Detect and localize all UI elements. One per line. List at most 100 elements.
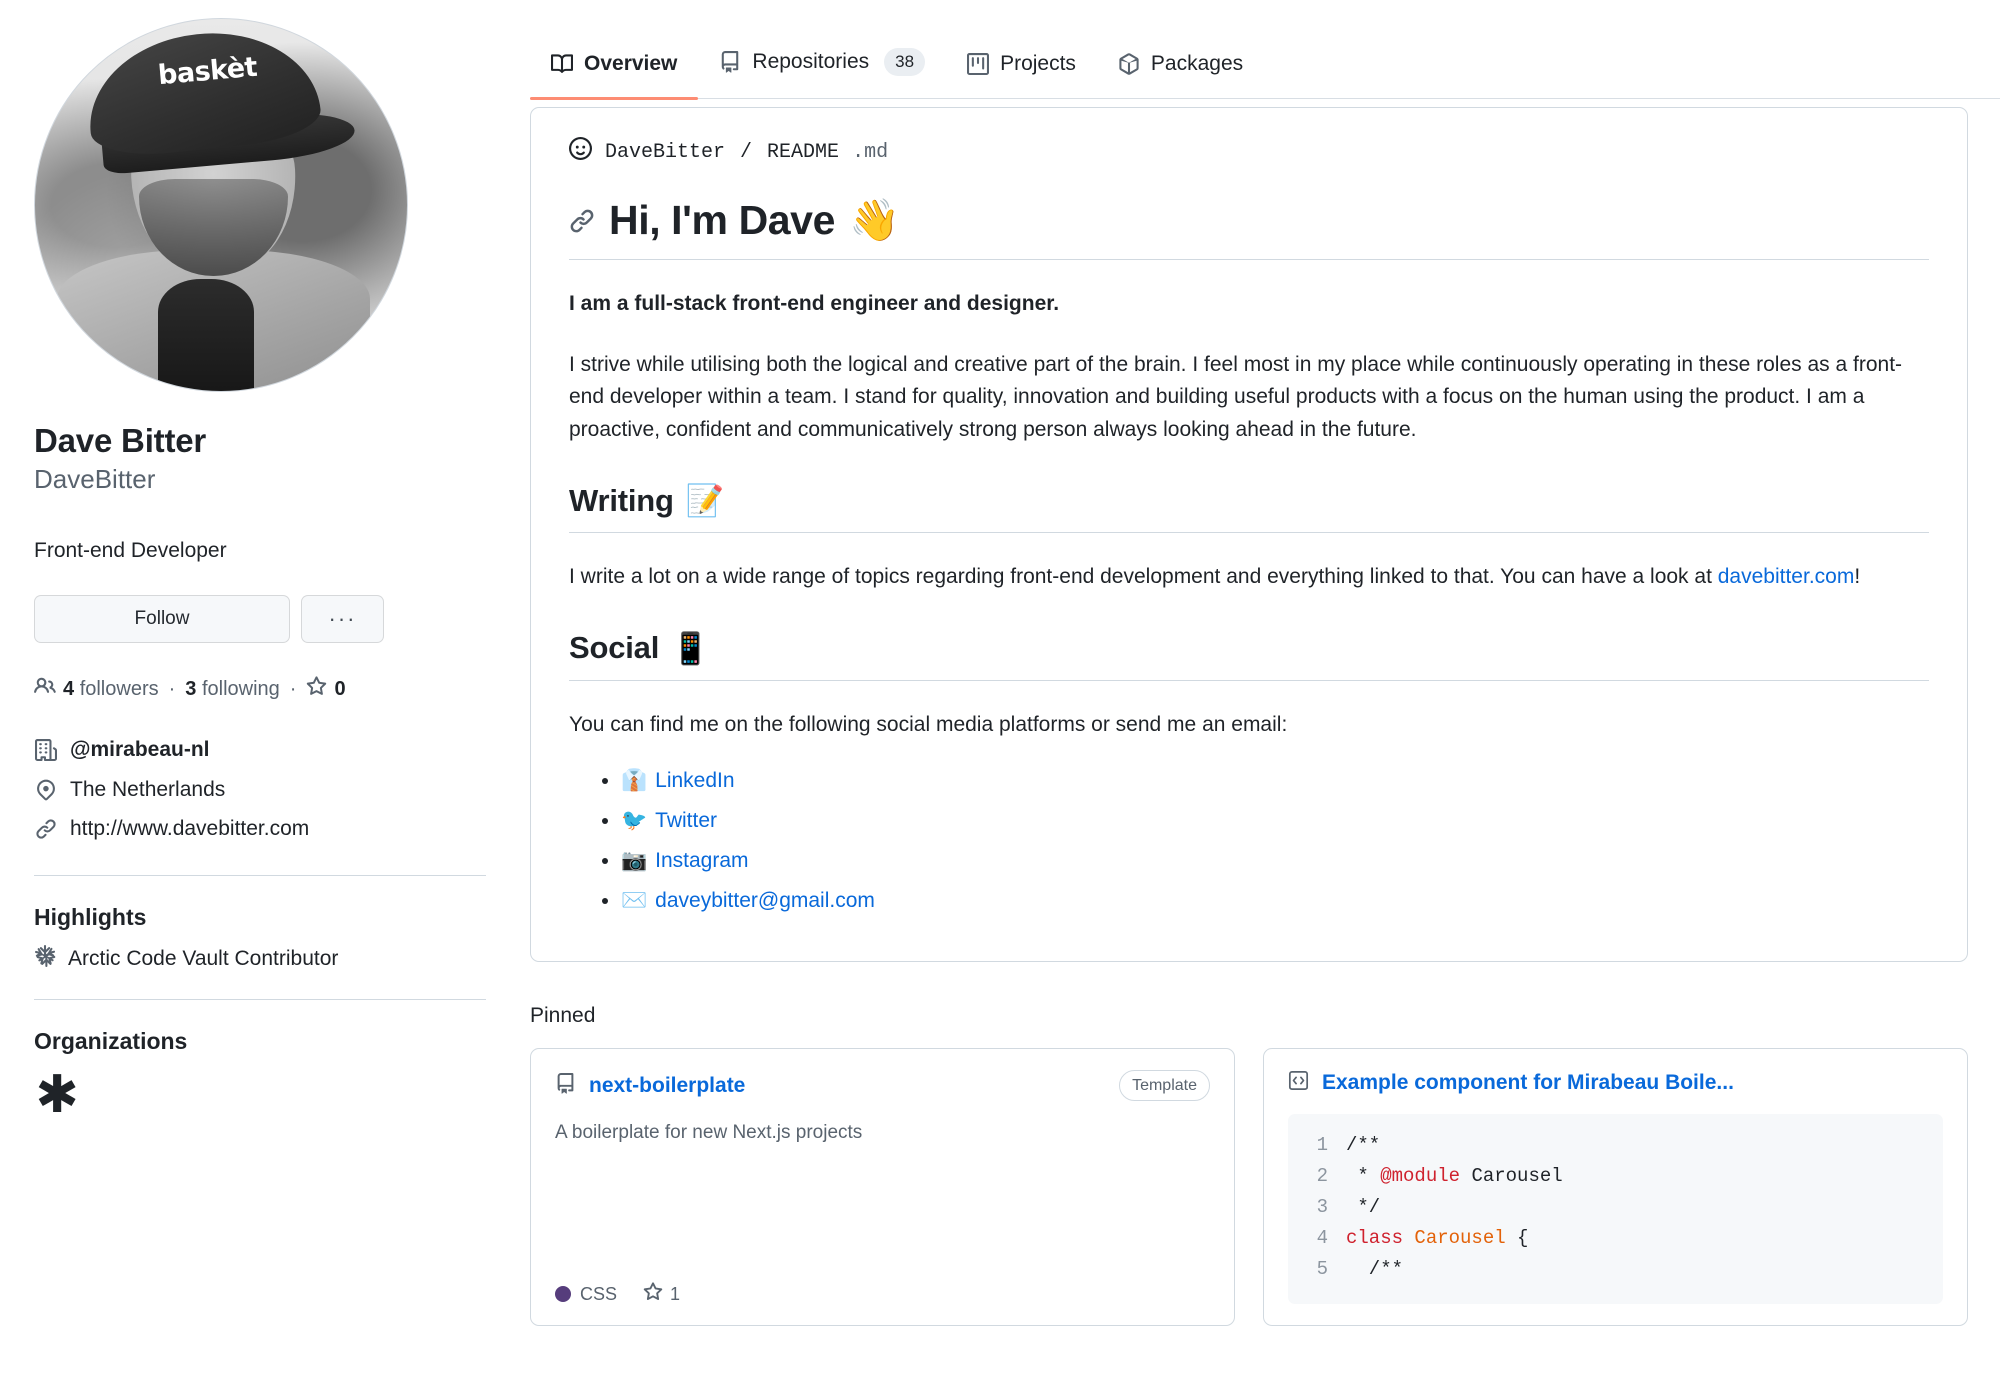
organization-icon xyxy=(34,739,58,761)
organization-avatar-mirabeau[interactable]: ✱ xyxy=(34,1073,80,1119)
list-item: 👔 LinkedIn xyxy=(621,761,1929,801)
meta-location: The Netherlands xyxy=(34,770,486,810)
pinned-repo-description: A boilerplate for new Next.js projects xyxy=(555,1120,1210,1147)
code-text: */ xyxy=(1346,1192,1380,1223)
star-count: 1 xyxy=(670,1284,680,1305)
stat-separator-2: · xyxy=(290,678,297,701)
followers-label: followers xyxy=(80,678,159,700)
readme-filename: README xyxy=(767,141,839,164)
social-links-list: 👔 LinkedIn 🐦 Twitter 📷 Instagram ✉️ daveybit… xyxy=(569,761,1929,921)
waving-hand-emoji: 👋 xyxy=(849,196,900,245)
davebitter-link[interactable]: davebitter.com xyxy=(1718,565,1855,588)
pinned-repo-name[interactable]: next-boilerplate xyxy=(589,1074,745,1098)
line-number: 2 xyxy=(1288,1161,1346,1192)
writing-text-after: ! xyxy=(1854,565,1860,588)
instagram-link[interactable]: Instagram xyxy=(655,849,748,872)
code-line: 5 /** xyxy=(1288,1254,1943,1285)
linkedin-link[interactable]: LinkedIn xyxy=(655,769,734,792)
email-link[interactable]: daveybitter@gmail.com xyxy=(655,889,875,912)
pinned-gist-name[interactable]: Example component for Mirabeau Boile... xyxy=(1322,1071,1734,1095)
envelope-emoji: ✉️ xyxy=(621,888,647,912)
code-text: * @module Carousel xyxy=(1346,1161,1563,1192)
followers-count: 4 xyxy=(63,678,74,700)
followers-link[interactable]: 4 followers xyxy=(63,678,159,701)
pinned-title: Pinned xyxy=(530,1004,1968,1028)
profile-stats: 4 followers · 3 following · 0 xyxy=(34,675,486,703)
code-line: 3 */ xyxy=(1288,1192,1943,1223)
following-link[interactable]: 3 following xyxy=(185,678,280,701)
line-number: 5 xyxy=(1288,1254,1346,1285)
pinned-card-title-group: Example component for Mirabeau Boile... xyxy=(1288,1070,1734,1096)
repo-language: CSS xyxy=(555,1284,617,1305)
list-item: 📷 Instagram xyxy=(621,841,1929,881)
readme-path-slash: / xyxy=(738,141,754,164)
people-icon xyxy=(34,675,56,703)
necktie-emoji: 👔 xyxy=(621,768,647,792)
gist-code-preview: 1 /** 2 * @module Carousel 3 */ 4 class … xyxy=(1288,1114,1943,1304)
code-text: /** xyxy=(1346,1130,1380,1161)
bird-emoji: 🐦 xyxy=(621,808,647,832)
location-icon xyxy=(34,779,58,801)
readme-heading-text: Hi, I'm Dave xyxy=(609,197,835,244)
pinned-card-next-boilerplate[interactable]: next-boilerplate Template A boilerplate … xyxy=(530,1048,1235,1326)
location-text: The Netherlands xyxy=(70,773,225,807)
stat-separator: · xyxy=(169,678,176,701)
avatar-shirt xyxy=(158,279,255,392)
line-number: 3 xyxy=(1288,1192,1346,1223)
list-item: ✉️ daveybitter@gmail.com xyxy=(621,881,1929,921)
more-options-button[interactable]: ··· xyxy=(301,595,384,643)
readme-owner: DaveBitter xyxy=(605,141,725,164)
stars-link[interactable]: 0 xyxy=(306,676,345,703)
star-icon xyxy=(643,1282,663,1307)
star-icon xyxy=(306,676,327,703)
gist-code-icon xyxy=(1288,1070,1309,1096)
website-url: http://www.davebitter.com xyxy=(70,812,309,846)
writing-text-before: I write a lot on a wide range of topics … xyxy=(569,565,1718,588)
avatar-photo: baskèt xyxy=(35,19,407,391)
social-intro: You can find me on the following social … xyxy=(569,709,1929,742)
readme-paragraph: I strive while utilising both the logica… xyxy=(569,349,1929,447)
organization-name: @mirabeau-nl xyxy=(70,733,210,767)
sidebar-divider-2 xyxy=(34,999,486,1000)
anchor-link-icon[interactable] xyxy=(569,208,595,234)
meta-organization[interactable]: @mirabeau-nl xyxy=(34,730,486,770)
readme-path[interactable]: DaveBitter / README.md xyxy=(569,137,1929,167)
pinned-card-gist-carousel[interactable]: Example component for Mirabeau Boile... … xyxy=(1263,1048,1968,1326)
stars-count: 0 xyxy=(334,678,345,701)
pinned-card-footer: CSS 1 xyxy=(555,1282,680,1307)
line-number: 4 xyxy=(1288,1223,1346,1254)
pinned-card-header: Example component for Mirabeau Boile... xyxy=(1288,1070,1943,1096)
pinned-card-header: next-boilerplate Template xyxy=(555,1070,1210,1102)
language-name: CSS xyxy=(580,1284,617,1305)
smiley-icon xyxy=(569,137,592,167)
code-line: 2 * @module Carousel xyxy=(1288,1161,1943,1192)
camera-emoji: 📷 xyxy=(621,848,647,872)
profile-sidebar: baskèt Dave Bitter DaveBitter Front-end … xyxy=(34,0,486,1119)
highlight-label: Arctic Code Vault Contributor xyxy=(68,947,338,971)
language-color-dot xyxy=(555,1286,571,1302)
writing-heading-text: Writing xyxy=(569,483,674,519)
meta-website[interactable]: http://www.davebitter.com xyxy=(34,809,486,849)
highlight-item-arctic-vault[interactable]: Arctic Code Vault Contributor xyxy=(34,945,486,973)
social-heading-text: Social xyxy=(569,630,659,666)
code-text: class Carousel { xyxy=(1346,1223,1528,1254)
following-label: following xyxy=(202,678,280,700)
sidebar-divider-1 xyxy=(34,875,486,876)
readme-intro-strong: I am a full-stack front-end engineer and… xyxy=(569,288,1929,321)
pinned-grid: next-boilerplate Template A boilerplate … xyxy=(530,1048,1968,1326)
writing-paragraph: I write a lot on a wide range of topics … xyxy=(569,561,1929,594)
avatar[interactable]: baskèt xyxy=(34,18,408,392)
code-text: /** xyxy=(1346,1254,1403,1285)
code-line: 4 class Carousel { xyxy=(1288,1223,1943,1254)
follow-button[interactable]: Follow xyxy=(34,595,290,643)
highlights-title: Highlights xyxy=(34,904,486,931)
following-count: 3 xyxy=(185,678,196,700)
repo-stars[interactable]: 1 xyxy=(643,1282,680,1307)
mobile-phone-emoji: 📱 xyxy=(671,630,709,667)
memo-emoji: 📝 xyxy=(686,482,724,519)
profile-main-content: DaveBitter / README.md Hi, I'm Dave 👋 I … xyxy=(530,0,1968,1326)
twitter-link[interactable]: Twitter xyxy=(655,809,717,832)
pinned-card-title-group: next-boilerplate xyxy=(555,1073,745,1099)
list-item: 🐦 Twitter xyxy=(621,801,1929,841)
writing-heading: Writing 📝 xyxy=(569,482,1929,533)
